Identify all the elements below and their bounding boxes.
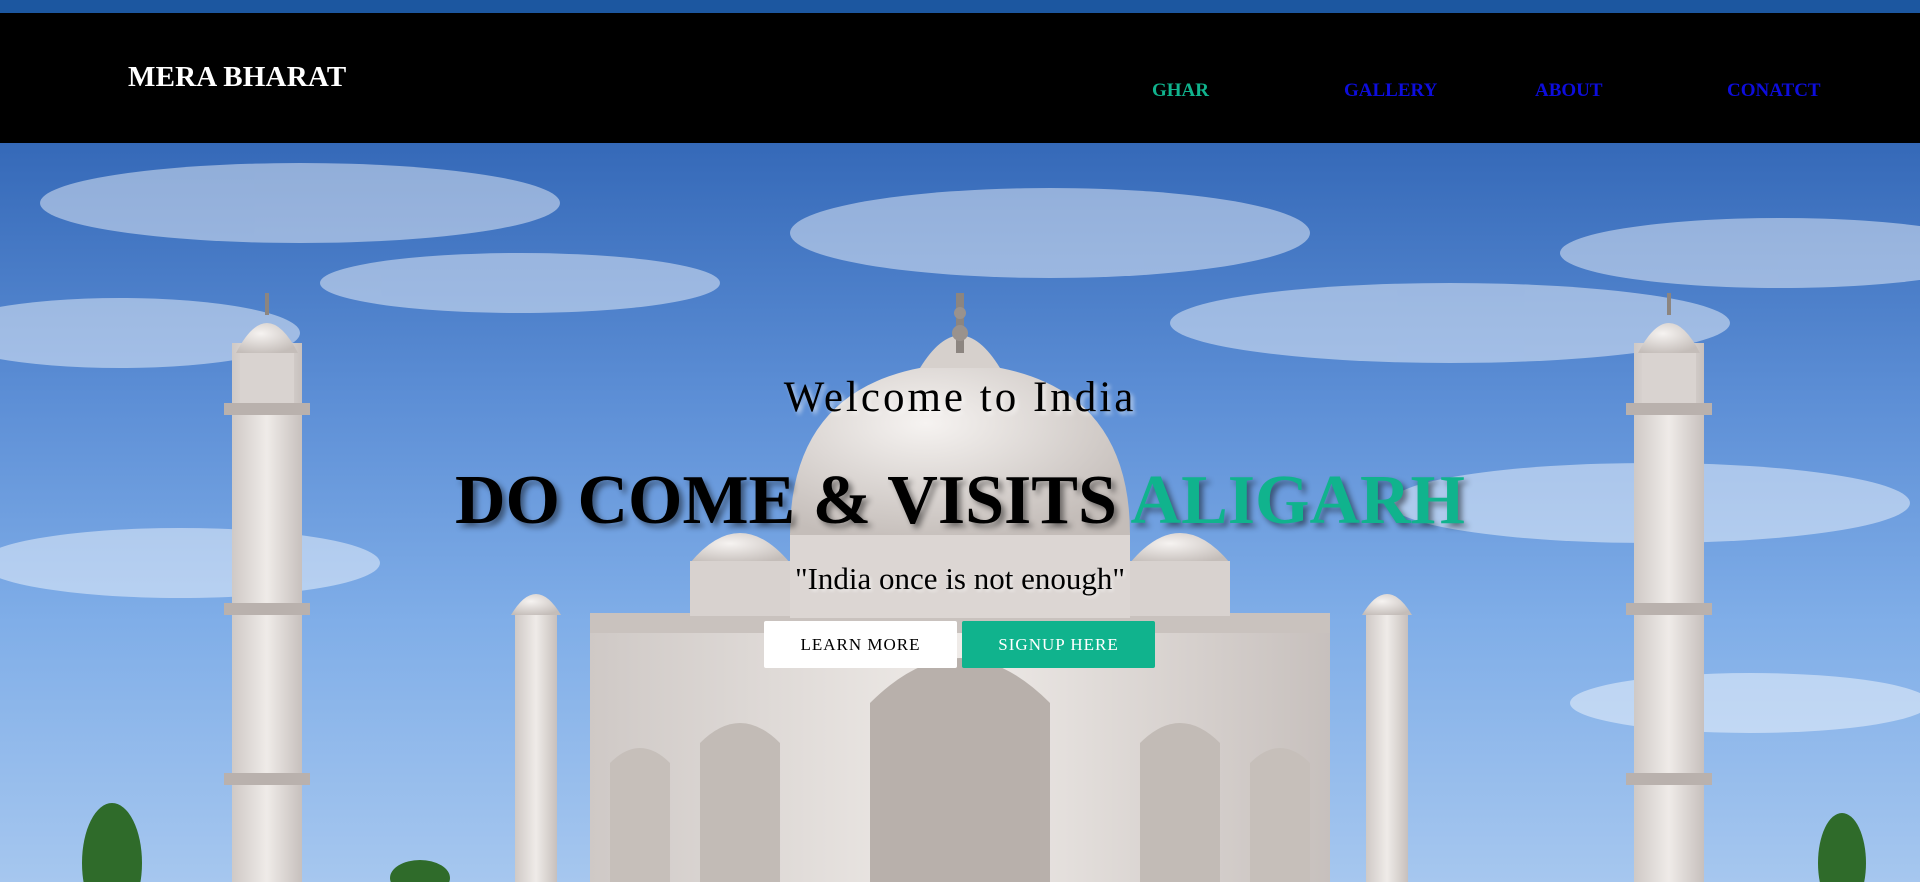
nav-link-about[interactable]: ABOUT <box>1535 81 1603 100</box>
hero-headline: DO COME & VISITS ALIGARH <box>0 461 1920 541</box>
hero-welcome-text: Welcome to India <box>783 374 1137 421</box>
hero-tagline: "India once is not enough" <box>794 561 1126 596</box>
hero-headline-accent: ALIGARH <box>1130 462 1465 539</box>
nav-link-ghar[interactable]: GHAR <box>1152 81 1209 100</box>
nav-link-gallery[interactable]: GALLERY <box>1344 81 1437 100</box>
hero-section: Welcome to India DO COME & VISITS ALIGAR… <box>0 143 1920 882</box>
signup-button[interactable]: SIGNUP HERE <box>962 621 1155 668</box>
navbar: MERA BHARAT GHAR GALLERY ABOUT CONATCT <box>0 13 1920 143</box>
hero-headline-main: DO COME & VISITS <box>454 462 1131 539</box>
top-accent-bar <box>0 0 1920 13</box>
nav-link-contact[interactable]: CONATCT <box>1727 81 1821 100</box>
learn-more-button[interactable]: LEARN MORE <box>764 621 957 668</box>
site-brand[interactable]: MERA BHARAT <box>128 63 346 92</box>
